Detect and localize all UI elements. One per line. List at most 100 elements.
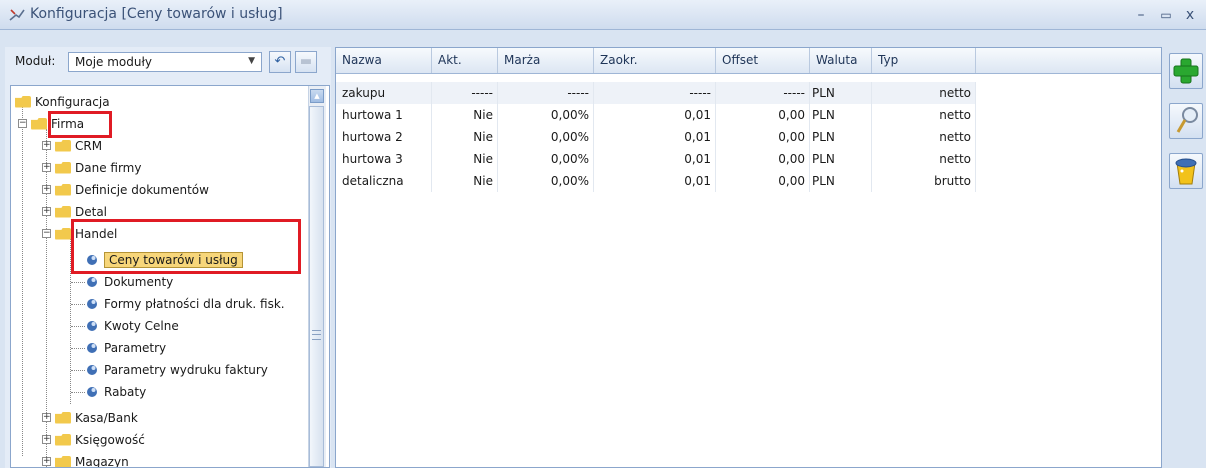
back-arrow-icon: ↶ bbox=[274, 54, 286, 69]
tree-node-crm[interactable]: CRM bbox=[55, 136, 102, 156]
expand-icon[interactable]: + bbox=[42, 207, 51, 216]
module-refresh-button[interactable]: ↶ bbox=[269, 51, 291, 73]
cell-akt: Nie bbox=[432, 126, 498, 148]
expand-icon[interactable]: + bbox=[42, 413, 51, 422]
window-titlebar: Konfiguracja [Ceny towarów i usług] – ▭ … bbox=[0, 0, 1206, 30]
folder-icon bbox=[55, 183, 71, 196]
cell-waluta: PLN bbox=[810, 104, 872, 126]
cell-waluta: PLN bbox=[810, 126, 872, 148]
collapse-icon[interactable]: − bbox=[42, 229, 51, 238]
tree-node-kwoty-celne[interactable]: Kwoty Celne bbox=[85, 316, 179, 336]
module-select[interactable]: Moje moduły ▼ bbox=[68, 52, 262, 72]
scroll-up-icon[interactable]: ▲ bbox=[310, 89, 324, 103]
settings-leaf-icon bbox=[87, 276, 97, 287]
maximize-button[interactable]: ▭ bbox=[1156, 5, 1176, 25]
module-row: Moduł: Moje moduły ▼ ↶ ▬ bbox=[5, 47, 331, 81]
cell-nazwa: zakupu bbox=[336, 82, 432, 104]
close-button[interactable]: x bbox=[1180, 5, 1200, 25]
cell-typ: brutto bbox=[872, 170, 976, 192]
column-header-typ[interactable]: Typ bbox=[872, 48, 976, 73]
window-title: Konfiguracja [Ceny towarów i usług] bbox=[30, 6, 283, 22]
expand-icon[interactable]: + bbox=[42, 163, 51, 172]
cell-akt: Nie bbox=[432, 170, 498, 192]
add-icon bbox=[1173, 58, 1199, 84]
module-value: Moje moduły bbox=[75, 55, 152, 69]
cell-marza: 0,00% bbox=[498, 148, 594, 170]
delete-button[interactable] bbox=[1169, 153, 1203, 189]
settings-leaf-icon bbox=[87, 386, 97, 397]
tree-line bbox=[71, 282, 85, 283]
table-row[interactable]: hurtowa 3 Nie 0,00% 0,01 0,00 PLN netto bbox=[336, 148, 976, 170]
expand-icon[interactable]: + bbox=[42, 185, 51, 194]
folder-icon bbox=[55, 411, 71, 424]
cell-typ: netto bbox=[872, 82, 976, 104]
tree-node-ksiegowosc[interactable]: Księgowość bbox=[55, 430, 145, 450]
tree-node-definicje-dokumentow[interactable]: Definicje dokumentów bbox=[55, 180, 209, 200]
cell-offset: 0,00 bbox=[716, 104, 810, 126]
column-header-akt[interactable]: Akt. bbox=[432, 48, 498, 73]
tree-node-kasa-bank[interactable]: Kasa/Bank bbox=[55, 408, 138, 428]
cell-nazwa: hurtowa 1 bbox=[336, 104, 432, 126]
column-header-waluta[interactable]: Waluta bbox=[810, 48, 872, 73]
tree-node-dane-firmy[interactable]: Dane firmy bbox=[55, 158, 141, 178]
folder-icon bbox=[15, 95, 31, 108]
settings-leaf-icon bbox=[87, 320, 97, 331]
cell-zaokr: 0,01 bbox=[594, 148, 716, 170]
cell-waluta: PLN bbox=[810, 82, 872, 104]
add-button[interactable] bbox=[1169, 53, 1203, 89]
cell-offset: ----- bbox=[716, 82, 810, 104]
column-header-zaokr[interactable]: Zaokr. bbox=[594, 48, 716, 73]
folder-icon bbox=[55, 455, 71, 467]
cell-marza: 0,00% bbox=[498, 170, 594, 192]
column-header-offset[interactable]: Offset bbox=[716, 48, 810, 73]
folder-icon bbox=[55, 433, 71, 446]
right-toolbar bbox=[1162, 47, 1206, 468]
folder-icon bbox=[55, 205, 71, 218]
minimize-button[interactable]: – bbox=[1131, 5, 1151, 25]
tree-node-parametry[interactable]: Parametry bbox=[85, 338, 166, 358]
expand-icon[interactable]: + bbox=[42, 457, 51, 466]
price-grid: Nazwa Akt. Marża Zaokr. Offset Waluta Ty… bbox=[335, 47, 1162, 468]
cell-akt: Nie bbox=[432, 148, 498, 170]
column-header-marza[interactable]: Marża bbox=[498, 48, 594, 73]
highlight-box-firma bbox=[48, 111, 112, 138]
grip-icon bbox=[312, 330, 321, 340]
cell-akt: ----- bbox=[432, 82, 498, 104]
cell-nazwa: hurtowa 2 bbox=[336, 126, 432, 148]
cell-offset: 0,00 bbox=[716, 170, 810, 192]
tree-node-formy-platnosci[interactable]: Formy płatności dla druk. fisk. bbox=[85, 294, 285, 314]
chevron-down-icon: ▼ bbox=[248, 56, 255, 66]
tree-node-konfiguracja[interactable]: Konfiguracja bbox=[15, 92, 110, 112]
module-disabled-button[interactable]: ▬ bbox=[295, 51, 317, 73]
expand-icon[interactable]: + bbox=[42, 435, 51, 444]
table-row[interactable]: detaliczna Nie 0,00% 0,01 0,00 PLN brutt… bbox=[336, 170, 976, 192]
table-row[interactable]: hurtowa 1 Nie 0,00% 0,01 0,00 PLN netto bbox=[336, 104, 976, 126]
tree-node-rabaty[interactable]: Rabaty bbox=[85, 382, 146, 402]
tree-line bbox=[71, 348, 85, 349]
folder-icon bbox=[55, 227, 71, 240]
edit-button[interactable] bbox=[1169, 103, 1203, 139]
cell-zaokr: 0,01 bbox=[594, 126, 716, 148]
tree-line bbox=[71, 304, 85, 305]
tree-node-dokumenty[interactable]: Dokumenty bbox=[85, 272, 173, 292]
tree-node-magazyn[interactable]: Magazyn bbox=[55, 452, 129, 467]
scrollbar-thumb[interactable] bbox=[309, 106, 324, 467]
column-header-nazwa[interactable]: Nazwa bbox=[336, 48, 432, 73]
module-label: Moduł: bbox=[15, 54, 56, 68]
collapse-icon[interactable]: − bbox=[18, 119, 27, 128]
cell-nazwa: hurtowa 3 bbox=[336, 148, 432, 170]
config-tree[interactable]: Konfiguracja − Firma + CRM + Dane firmy … bbox=[10, 85, 330, 468]
folder-icon bbox=[55, 139, 71, 152]
trash-icon bbox=[1175, 158, 1197, 185]
table-row[interactable]: hurtowa 2 Nie 0,00% 0,01 0,00 PLN netto bbox=[336, 126, 976, 148]
expand-icon[interactable]: + bbox=[42, 141, 51, 150]
cell-waluta: PLN bbox=[810, 148, 872, 170]
cell-marza: ----- bbox=[498, 82, 594, 104]
folder-icon bbox=[55, 161, 71, 174]
tree-line bbox=[71, 370, 85, 371]
cell-offset: 0,00 bbox=[716, 148, 810, 170]
table-row[interactable]: zakupu ----- ----- ----- ----- PLN netto bbox=[336, 82, 976, 104]
grip-line bbox=[312, 334, 321, 335]
tree-node-parametry-wydruku[interactable]: Parametry wydruku faktury bbox=[85, 360, 268, 380]
folder-icon bbox=[31, 117, 47, 130]
